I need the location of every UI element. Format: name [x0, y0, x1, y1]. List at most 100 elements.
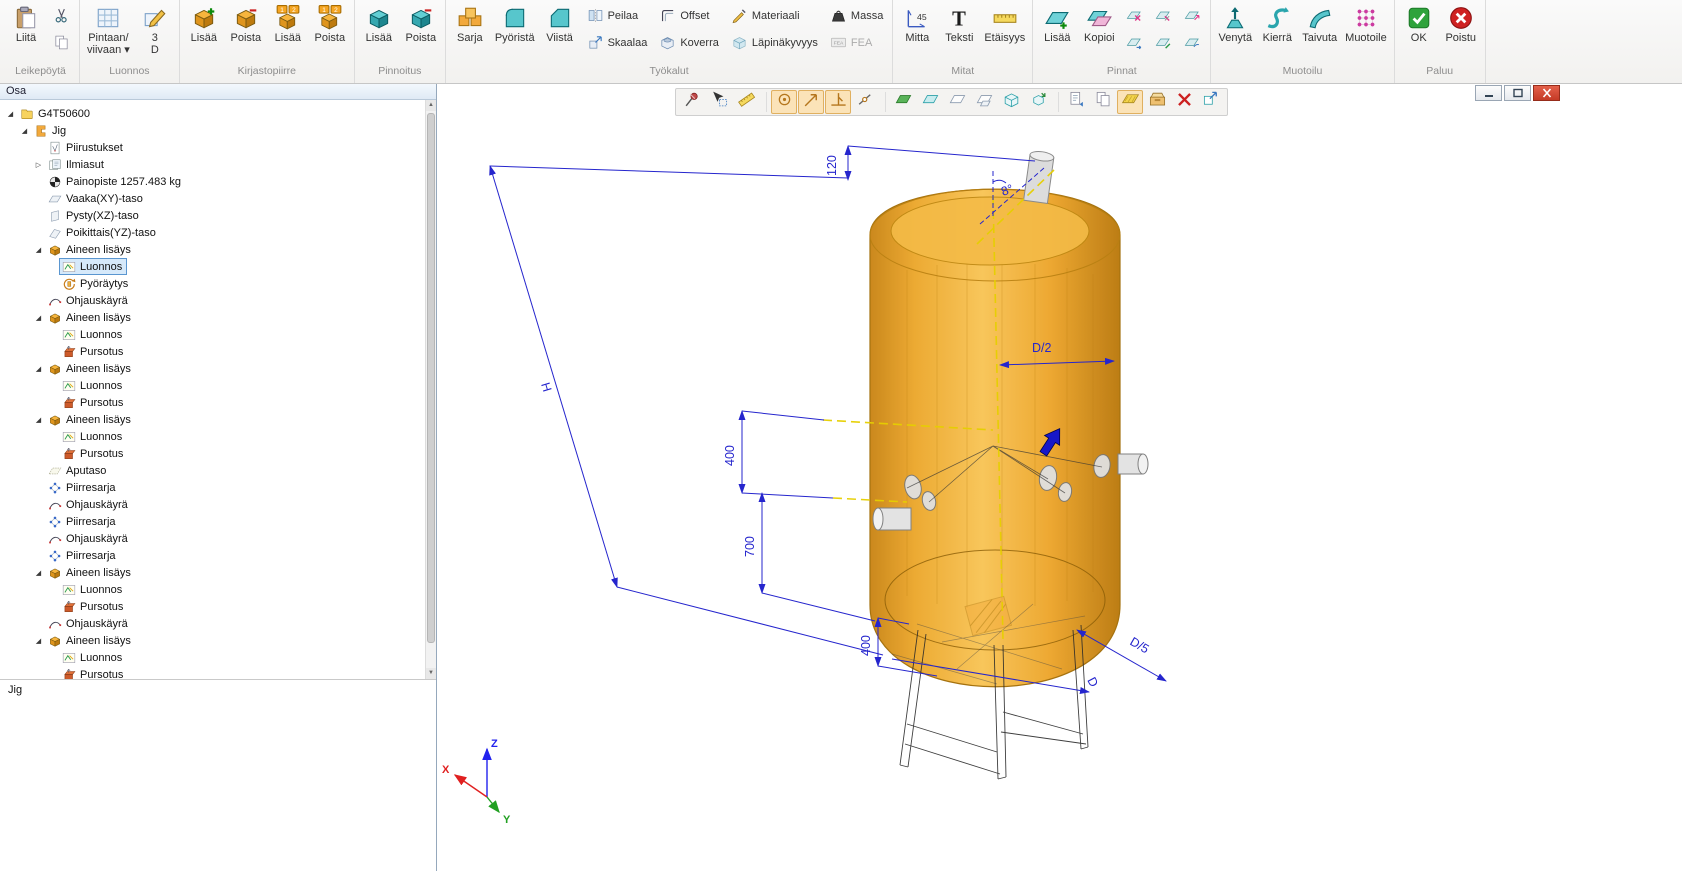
- coating-remove-button[interactable]: Poista: [401, 2, 441, 46]
- fillet-button[interactable]: Pyöristä: [492, 2, 538, 46]
- material-button[interactable]: Materiaali: [726, 2, 823, 29]
- mass-button[interactable]: Massa: [825, 2, 888, 29]
- expander-open-icon[interactable]: ◢: [32, 246, 45, 254]
- dimension-700[interactable]: 700: [743, 493, 875, 621]
- scroll-down-icon[interactable]: ▼: [426, 668, 436, 679]
- scene-3d[interactable]: H 120 8° D/2: [437, 84, 1682, 871]
- nozzle-left[interactable]: [873, 508, 911, 530]
- maximize-button[interactable]: [1504, 85, 1531, 101]
- tree-item[interactable]: Piirustukset: [0, 139, 425, 156]
- tree-item[interactable]: Pursotus: [0, 666, 425, 679]
- drawer-button[interactable]: [1144, 90, 1170, 114]
- box-3d-button[interactable]: [998, 90, 1024, 114]
- library-feature-remove-button[interactable]: Poista: [226, 2, 266, 46]
- tree-item[interactable]: Piirresarja: [0, 547, 425, 564]
- dimension-400-upper[interactable]: 400: [723, 411, 833, 498]
- surface-move-button[interactable]: [1121, 29, 1148, 56]
- expander-open-icon[interactable]: ◢: [32, 365, 45, 373]
- hollow-button[interactable]: Koverra: [654, 29, 724, 56]
- open-out-button[interactable]: [1198, 90, 1224, 114]
- series-button[interactable]: Sarja: [450, 2, 490, 46]
- plane-double-button[interactable]: [971, 90, 997, 114]
- tree-item[interactable]: Luonnos: [0, 258, 425, 275]
- tree-item[interactable]: Luonnos: [0, 326, 425, 343]
- select-region-button[interactable]: [706, 90, 732, 114]
- surface-sew-button[interactable]: [1179, 29, 1206, 56]
- expander-open-icon[interactable]: ◢: [32, 637, 45, 645]
- tree-item[interactable]: ◢Aineen lisäys: [0, 564, 425, 581]
- minimize-button[interactable]: [1475, 85, 1502, 101]
- tree-item[interactable]: Ohjauskäyrä: [0, 615, 425, 632]
- snap-direction-button[interactable]: [798, 90, 824, 114]
- copy-button[interactable]: [48, 29, 75, 56]
- tree-item[interactable]: ◢Aineen lisäys: [0, 360, 425, 377]
- surface-shade-button[interactable]: [1117, 90, 1143, 114]
- scroll-up-icon[interactable]: ▲: [426, 100, 436, 111]
- sketch-on-face-button[interactable]: Pintaan/viivaan ▾: [84, 2, 133, 58]
- text-button[interactable]: TTeksti: [939, 2, 979, 46]
- tree-item[interactable]: Luonnos: [0, 649, 425, 666]
- exit-button[interactable]: Poistu: [1441, 2, 1481, 46]
- chamfer-button[interactable]: Viistä: [540, 2, 580, 46]
- snap-normal-button[interactable]: [825, 90, 851, 114]
- surface-delete-button[interactable]: [1121, 2, 1148, 29]
- library-feature-remove-numbered-button[interactable]: 12Poista: [310, 2, 350, 46]
- expander-open-icon[interactable]: ◢: [4, 110, 17, 118]
- tree-item[interactable]: Pysty(XZ)-taso: [0, 207, 425, 224]
- tree-item[interactable]: Luonnos: [0, 581, 425, 598]
- sheet-copy-button[interactable]: [1090, 90, 1116, 114]
- coating-add-button[interactable]: Lisää: [359, 2, 399, 46]
- library-feature-add-button[interactable]: Lisää: [184, 2, 224, 46]
- bend-button[interactable]: Taivuta: [1299, 2, 1340, 46]
- face-select-teal-button[interactable]: [917, 90, 943, 114]
- tree-item[interactable]: Luonnos: [0, 377, 425, 394]
- tank-model[interactable]: [870, 150, 1148, 687]
- tree-item[interactable]: Aputaso: [0, 462, 425, 479]
- surface-trim-button[interactable]: [1150, 2, 1177, 29]
- tree-item[interactable]: Piirresarja: [0, 479, 425, 496]
- stretch-button[interactable]: Venytä: [1215, 2, 1255, 46]
- tree-item[interactable]: Painopiste 1257.483 kg: [0, 173, 425, 190]
- surface-add-button[interactable]: Lisää: [1037, 2, 1077, 46]
- tree-item[interactable]: Poikittais(YZ)-taso: [0, 224, 425, 241]
- tree-item[interactable]: Pursotus: [0, 343, 425, 360]
- tree-item[interactable]: ◢Aineen lisäys: [0, 411, 425, 428]
- expander-open-icon[interactable]: ◢: [18, 127, 31, 135]
- tree-item[interactable]: Piirresarja: [0, 513, 425, 530]
- expander-open-icon[interactable]: ◢: [32, 416, 45, 424]
- expander-closed-icon[interactable]: ▷: [32, 161, 45, 169]
- tree-item[interactable]: ▷Ilmiasut: [0, 156, 425, 173]
- tree-item[interactable]: Ohjauskäyrä: [0, 292, 425, 309]
- snap-point-button[interactable]: [771, 90, 797, 114]
- expander-open-icon[interactable]: ◢: [32, 569, 45, 577]
- close-button[interactable]: [1533, 85, 1560, 101]
- sketch-3d-button[interactable]: 3D: [135, 2, 175, 58]
- tree-item[interactable]: Pursotus: [0, 598, 425, 615]
- ok-button[interactable]: OK: [1399, 2, 1439, 46]
- dimension-h[interactable]: H: [490, 166, 883, 655]
- tree-scrollbar[interactable]: ▲ ▼: [425, 100, 436, 679]
- measure-button[interactable]: 45Mitta: [897, 2, 937, 46]
- surface-extend-button[interactable]: [1179, 2, 1206, 29]
- fea-button[interactable]: FEAFEA: [825, 29, 888, 56]
- sheet-list-button[interactable]: [1063, 90, 1089, 114]
- surface-copy-button[interactable]: Kopioi: [1079, 2, 1119, 46]
- tree-item[interactable]: Ohjauskäyrä: [0, 530, 425, 547]
- tree-item[interactable]: ◢Aineen lisäys: [0, 632, 425, 649]
- snap-edge-button[interactable]: [852, 90, 878, 114]
- mirror-button[interactable]: Peilaa: [582, 2, 653, 29]
- morph-button[interactable]: Muotoile: [1342, 2, 1390, 46]
- tree-item[interactable]: Ohjauskäyrä: [0, 496, 425, 513]
- measure-button[interactable]: [733, 90, 759, 114]
- distance-button[interactable]: Etäisyys: [981, 2, 1028, 46]
- tree-item[interactable]: ◢Aineen lisäys: [0, 241, 425, 258]
- tree-item[interactable]: Luonnos: [0, 428, 425, 445]
- scale-button[interactable]: Skaalaa: [582, 29, 653, 56]
- tree-item[interactable]: Pyöräytys: [0, 275, 425, 292]
- tree-item[interactable]: Pursotus: [0, 394, 425, 411]
- delete-button[interactable]: [1171, 90, 1197, 114]
- tree-item[interactable]: Pursotus: [0, 445, 425, 462]
- tree-item[interactable]: ◢Aineen lisäys: [0, 309, 425, 326]
- nozzle-right[interactable]: [1118, 454, 1148, 474]
- paste-button[interactable]: Liitä: [6, 2, 46, 46]
